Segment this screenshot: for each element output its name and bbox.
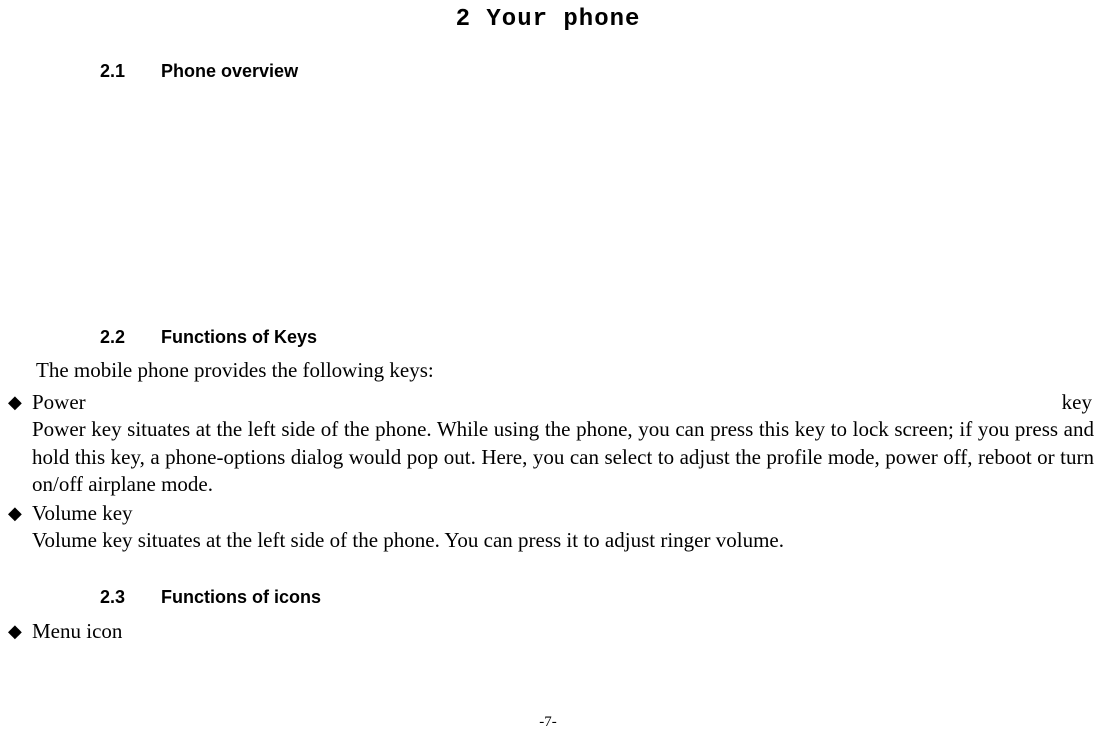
- list-item: ◆ Power key Power key situates at the le…: [8, 389, 1096, 498]
- section-title: Functions of Keys: [161, 327, 317, 347]
- power-key-label-line: Power key: [32, 389, 1092, 416]
- menu-icon-label: Menu icon: [32, 619, 122, 643]
- list-item-body: Volume key Volume key situates at the le…: [32, 500, 1096, 555]
- section-intro-text: The mobile phone provides the following …: [36, 358, 1096, 383]
- power-label-right: key: [1062, 389, 1092, 416]
- section-heading-2-2: 2.2 Functions of Keys: [100, 327, 1096, 348]
- bullet-list: ◆ Power key Power key situates at the le…: [8, 389, 1096, 555]
- volume-key-description: Volume key situates at the left side of …: [32, 527, 1094, 554]
- bullet-list: ◆ Menu icon: [8, 618, 1096, 645]
- section-heading-2-1: 2.1 Phone overview: [100, 61, 1096, 82]
- overview-image-placeholder: [0, 92, 1096, 327]
- volume-key-label: Volume key: [32, 500, 1096, 527]
- power-label-left: Power: [32, 389, 86, 416]
- diamond-bullet-icon: ◆: [8, 618, 32, 644]
- list-item-body: Power key Power key situates at the left…: [32, 389, 1096, 498]
- section-number: 2.3: [100, 587, 156, 608]
- section-title: Functions of icons: [161, 587, 321, 607]
- page-number: -7-: [0, 714, 1096, 731]
- chapter-title: 2 Your phone: [0, 6, 1096, 33]
- section-number: 2.2: [100, 327, 156, 348]
- document-page: 2 Your phone 2.1 Phone overview 2.2 Func…: [0, 6, 1096, 739]
- power-key-description: Power key situates at the left side of t…: [32, 416, 1094, 498]
- list-item: ◆ Menu icon: [8, 618, 1096, 645]
- diamond-bullet-icon: ◆: [8, 389, 32, 415]
- list-item-body: Menu icon: [32, 618, 1096, 645]
- section-heading-2-3: 2.3 Functions of icons: [100, 587, 1096, 608]
- section-number: 2.1: [100, 61, 156, 82]
- list-item: ◆ Volume key Volume key situates at the …: [8, 500, 1096, 555]
- section-title: Phone overview: [161, 61, 298, 81]
- diamond-bullet-icon: ◆: [8, 500, 32, 526]
